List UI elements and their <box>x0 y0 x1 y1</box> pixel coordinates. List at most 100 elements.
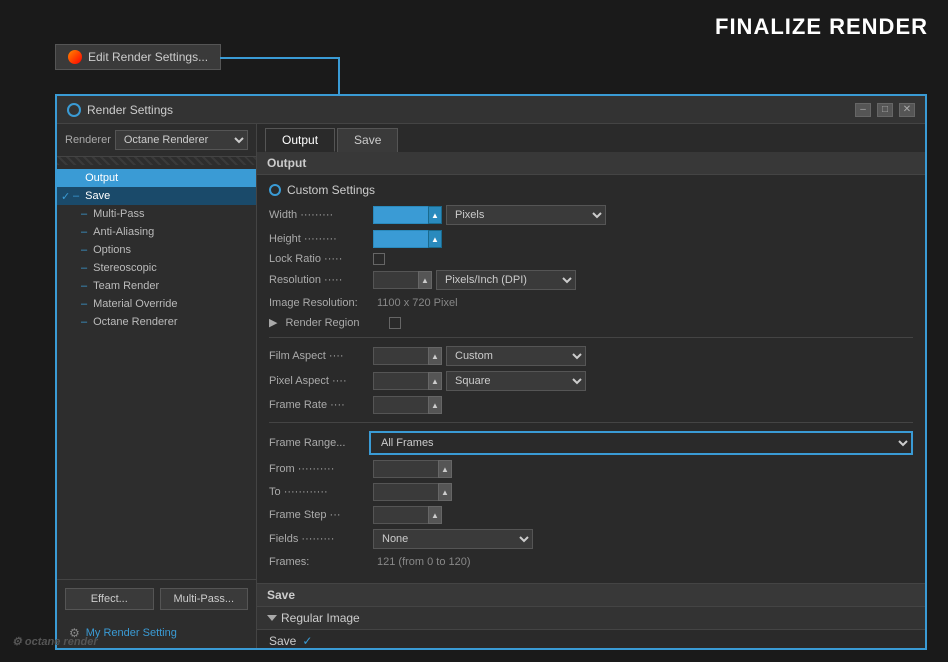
dash-icon-4: – <box>81 226 87 238</box>
dash-icon-6: – <box>81 262 87 274</box>
from-spinner[interactable]: ▲ <box>438 460 452 478</box>
edit-render-button[interactable]: Edit Render Settings... <box>55 44 221 70</box>
sidebar-item-options[interactable]: – Options <box>57 241 256 259</box>
pixel-aspect-spinner[interactable]: ▲ <box>428 372 442 390</box>
frame-step-row: Frame Step ··· 1 ▲ <box>269 506 913 524</box>
separator-2 <box>269 422 913 423</box>
window-body: Renderer Octane Renderer – Output ✓ – Sa… <box>57 124 925 648</box>
dash-icon-3: – <box>81 208 87 220</box>
frame-rate-spinner[interactable]: ▲ <box>428 396 442 414</box>
octane-brand: ⚙ octane render <box>12 632 98 650</box>
fields-select[interactable]: None <box>373 529 533 549</box>
resolution-input-group: 72 ▲ <box>373 271 432 289</box>
custom-settings-row: Custom Settings <box>269 183 913 197</box>
frame-range-row: Frame Range... All Frames <box>269 431 913 455</box>
save-checkbox-row: Save ✓ <box>257 630 925 648</box>
height-input[interactable]: 720 <box>373 230 428 248</box>
page-title: FINALIZE RENDER <box>715 14 928 40</box>
frame-rate-input[interactable]: 30 <box>373 396 428 414</box>
width-spinner-up[interactable]: ▲ <box>428 206 442 224</box>
render-settings-window: Render Settings – □ ✕ Renderer Octane Re… <box>55 94 927 650</box>
from-input[interactable]: 0 F <box>373 460 438 478</box>
dash-icon-2: – <box>73 190 79 202</box>
window-controls: – □ ✕ <box>855 103 915 117</box>
width-input[interactable]: 1100 <box>373 206 428 224</box>
renderer-label: Renderer <box>65 134 111 146</box>
sidebar-items: – Output ✓ – Save – Multi-Pass – Anti-Al… <box>57 165 256 579</box>
to-spinner[interactable]: ▲ <box>438 483 452 501</box>
film-aspect-spinner[interactable]: ▲ <box>428 347 442 365</box>
sidebar-item-octane-renderer[interactable]: – Octane Renderer <box>57 313 256 331</box>
height-row: Height ········· 720 ▲ <box>269 230 913 248</box>
lock-ratio-checkbox[interactable] <box>373 253 385 265</box>
render-region-checkbox[interactable] <box>389 317 401 329</box>
pixel-aspect-input[interactable]: 1 <box>373 372 428 390</box>
frame-range-select[interactable]: All Frames <box>369 431 913 455</box>
pixel-aspect-label: Pixel Aspect ···· <box>269 375 369 387</box>
sidebar-item-team-render[interactable]: – Team Render <box>57 277 256 295</box>
resolution-spinner[interactable]: ▲ <box>418 271 432 289</box>
collapse-icon[interactable] <box>267 615 277 621</box>
lock-ratio-label: Lock Ratio ····· <box>269 253 369 265</box>
film-aspect-row: Film Aspect ···· 1.528 ▲ Custom <box>269 346 913 366</box>
height-spinner-up[interactable]: ▲ <box>428 230 442 248</box>
lock-ratio-row: Lock Ratio ····· <box>269 253 913 265</box>
resolution-row: Resolution ····· 72 ▲ Pixels/Inch (DPI) <box>269 270 913 290</box>
custom-settings-radio[interactable] <box>269 184 281 196</box>
width-unit-select[interactable]: Pixels <box>446 205 606 225</box>
dash-icon-8: – <box>81 298 87 310</box>
effect-button[interactable]: Effect... <box>65 588 154 610</box>
sidebar: Renderer Octane Renderer – Output ✓ – Sa… <box>57 124 257 648</box>
to-row: To ············ 120 F ▲ <box>269 483 913 501</box>
output-form: Custom Settings Width ········· 1100 ▲ <box>257 175 925 583</box>
renderer-select[interactable]: Octane Renderer <box>115 130 248 150</box>
content-area: Output Custom Settings Width ········· <box>257 152 925 648</box>
tab-save[interactable]: Save <box>337 128 398 152</box>
sidebar-bottom: Effect... Multi-Pass... <box>57 579 256 618</box>
save-label: Save <box>269 634 296 648</box>
pixel-aspect-dropdown[interactable]: Square <box>446 371 586 391</box>
image-resolution-label: Image Resolution: <box>269 297 369 309</box>
image-resolution-row: Image Resolution: 1100 x 720 Pixel <box>269 295 913 311</box>
frame-rate-label: Frame Rate ···· <box>269 399 369 411</box>
height-label: Height ········· <box>269 233 369 245</box>
sidebar-item-antialiasing[interactable]: – Anti-Aliasing <box>57 223 256 241</box>
resolution-input[interactable]: 72 <box>373 271 418 289</box>
renderer-row: Renderer Octane Renderer <box>57 124 256 157</box>
frames-label: Frames: <box>269 556 369 568</box>
render-icon <box>68 50 82 64</box>
frames-value: 121 (from 0 to 120) <box>377 554 471 570</box>
minimize-button[interactable]: – <box>855 103 871 117</box>
image-resolution-value: 1100 x 720 Pixel <box>377 295 458 311</box>
multipass-button[interactable]: Multi-Pass... <box>160 588 249 610</box>
render-region-row: ▶ Render Region <box>269 316 913 329</box>
sidebar-item-save[interactable]: ✓ – Save <box>57 187 256 205</box>
resolution-unit-select[interactable]: Pixels/Inch (DPI) <box>436 270 576 290</box>
window-title-area: Render Settings <box>67 103 173 117</box>
hatch-bar <box>57 157 256 165</box>
frame-rate-input-group: 30 ▲ <box>373 396 442 414</box>
window-titlebar: Render Settings – □ ✕ <box>57 96 925 124</box>
to-input[interactable]: 120 F <box>373 483 438 501</box>
close-button[interactable]: ✕ <box>899 103 915 117</box>
sidebar-item-stereoscopic[interactable]: – Stereoscopic <box>57 259 256 277</box>
save-checkmark-icon: ✓ <box>302 634 312 648</box>
frame-step-input[interactable]: 1 <box>373 506 428 524</box>
regular-image-header: Regular Image <box>257 607 925 630</box>
my-render-label[interactable]: My Render Setting <box>86 627 177 639</box>
tab-output[interactable]: Output <box>265 128 335 152</box>
frame-rate-row: Frame Rate ···· 30 ▲ <box>269 396 913 414</box>
sidebar-item-output[interactable]: – Output <box>57 169 256 187</box>
frames-row: Frames: 121 (from 0 to 120) <box>269 554 913 570</box>
dash-icon-9: – <box>81 316 87 328</box>
frame-step-spinner[interactable]: ▲ <box>428 506 442 524</box>
sidebar-item-multipass[interactable]: – Multi-Pass <box>57 205 256 223</box>
frame-range-label: Frame Range... <box>269 437 369 449</box>
sidebar-item-material-override[interactable]: – Material Override <box>57 295 256 313</box>
film-aspect-dropdown[interactable]: Custom <box>446 346 586 366</box>
frame-step-input-group: 1 ▲ <box>373 506 442 524</box>
film-aspect-input[interactable]: 1.528 <box>373 347 428 365</box>
height-input-group: 720 ▲ <box>373 230 442 248</box>
maximize-button[interactable]: □ <box>877 103 893 117</box>
tabs-bar: Output Save <box>257 124 925 152</box>
